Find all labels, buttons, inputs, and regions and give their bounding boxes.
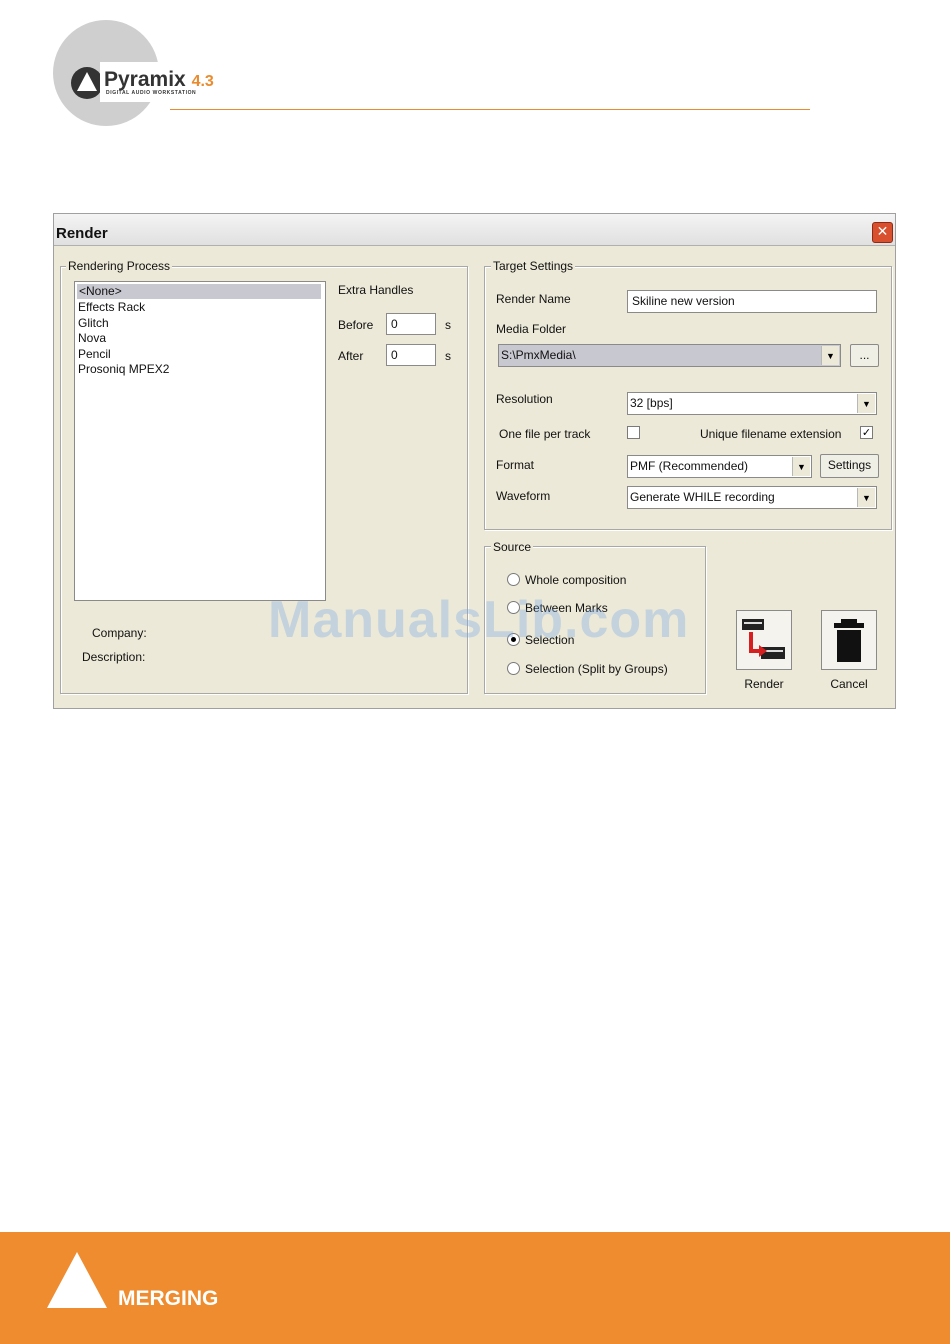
list-item[interactable]: <None> (77, 284, 321, 299)
render-label: Render (744, 677, 784, 691)
source-option-label[interactable]: Whole composition (525, 573, 626, 587)
one-file-per-track-label: One file per track (499, 427, 591, 441)
after-label: After (338, 349, 364, 363)
chevron-down-icon[interactable]: ▼ (857, 488, 875, 507)
pyramix-logo-icon (71, 67, 103, 99)
media-folder-value: S:\PmxMedia\ (501, 348, 576, 362)
render-name-input[interactable]: Skiline new version (627, 290, 877, 313)
media-folder-label: Media Folder (496, 322, 567, 336)
list-item[interactable]: Pencil (78, 347, 111, 362)
media-folder-select[interactable]: S:\PmxMedia\ ▼ (498, 344, 841, 367)
resolution-select[interactable]: 32 [bps] ▼ (627, 392, 877, 415)
footer-brand: MERGING (118, 1287, 219, 1310)
extra-handles-label: Extra Handles (338, 283, 414, 297)
header-rule (170, 109, 810, 110)
unique-extension-checkbox[interactable]: ✓ (860, 426, 873, 439)
merging-logo-icon (47, 1252, 107, 1308)
source-legend: Source (491, 540, 534, 554)
rendering-process-legend: Rendering Process (66, 259, 173, 273)
format-settings-button[interactable]: Settings (820, 454, 879, 478)
after-unit: s (445, 349, 451, 363)
before-label: Before (338, 318, 374, 332)
cancel-label: Cancel (830, 677, 868, 691)
list-item[interactable]: Effects Rack (78, 300, 145, 315)
waveform-select[interactable]: Generate WHILE recording ▼ (627, 486, 877, 509)
chevron-down-icon[interactable]: ▼ (792, 457, 810, 476)
waveform-value: Generate WHILE recording (630, 490, 775, 504)
logo-name: Pyramix 4.3 (104, 68, 214, 91)
render-icon (742, 619, 785, 659)
unique-extension-label: Unique filename extension (700, 427, 842, 441)
render-button[interactable] (736, 610, 792, 670)
resolution-label: Resolution (496, 392, 553, 406)
one-file-per-track-checkbox[interactable] (627, 426, 640, 439)
logo-subtitle: DIGITAL AUDIO WORKSTATION (106, 90, 197, 96)
browse-button[interactable]: ... (850, 344, 879, 367)
after-input[interactable]: 0 (386, 344, 436, 366)
format-value: PMF (Recommended) (630, 459, 749, 473)
company-label: Company: (92, 626, 147, 640)
list-item[interactable]: Prosoniq MPEX2 (78, 362, 169, 377)
cancel-button[interactable] (821, 610, 877, 670)
waveform-label: Waveform (496, 489, 551, 503)
before-input[interactable]: 0 (386, 313, 436, 335)
render-name-label: Render Name (496, 292, 571, 306)
rendering-process-list[interactable]: <None> Effects Rack Glitch Nova Pencil P… (74, 281, 326, 601)
logo-version: 4.3 (191, 73, 214, 90)
chevron-down-icon[interactable]: ▼ (821, 346, 839, 365)
description-label: Description: (82, 650, 146, 664)
footer-band: MERGING (0, 1232, 950, 1344)
source-radio[interactable] (507, 662, 520, 675)
list-item[interactable]: Nova (78, 331, 106, 346)
resolution-value: 32 [bps] (630, 396, 673, 410)
source-radio[interactable] (507, 573, 520, 586)
source-option-label[interactable]: Selection (Split by Groups) (525, 662, 668, 676)
dialog-title: Render (56, 225, 108, 242)
format-select[interactable]: PMF (Recommended) ▼ (627, 455, 812, 478)
title-bar: Render ✕ (54, 214, 895, 246)
trash-icon (834, 619, 864, 662)
target-settings-legend: Target Settings (491, 259, 576, 273)
watermark: ManualsLib.com (268, 591, 690, 649)
format-label: Format (496, 458, 535, 472)
close-button[interactable]: ✕ (872, 222, 893, 243)
list-item[interactable]: Glitch (78, 316, 109, 331)
chevron-down-icon[interactable]: ▼ (857, 394, 875, 413)
before-unit: s (445, 318, 451, 332)
